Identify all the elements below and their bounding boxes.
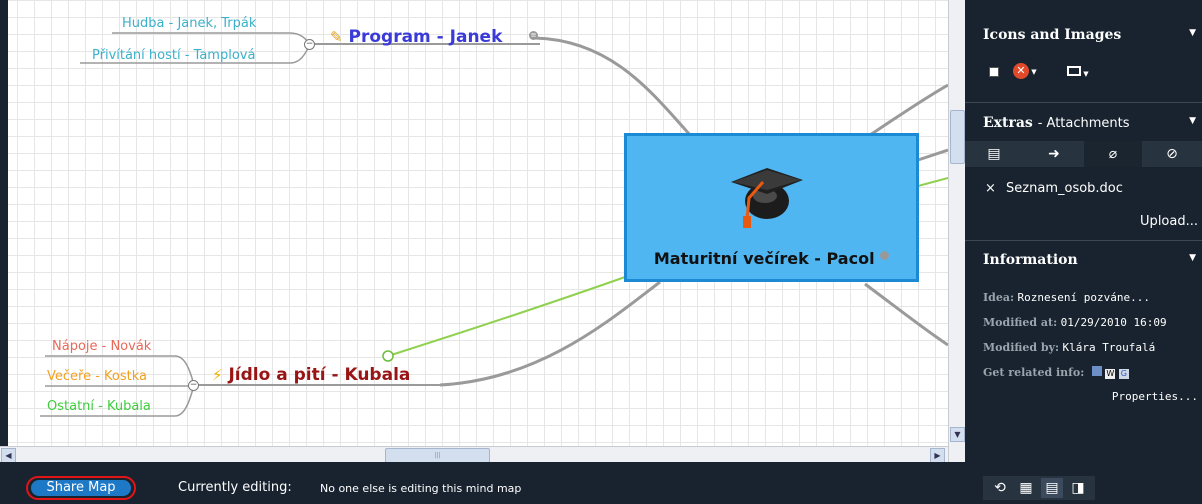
connector-hudba [112,32,311,45]
connector-right-3 [917,177,948,187]
info-modified-by-value: Klára Troufalá [1062,341,1156,354]
vertical-scroll-thumb[interactable] [950,110,965,164]
information-title: Information [983,252,1078,268]
pencil-icon: ✎ [330,28,343,46]
extras-title: Extras [983,115,1033,131]
sidebar: Icons and Images ▼ ✕ ▼ ▼ Extras - Attach… [965,0,1202,462]
share-map-label: Share Map [31,480,131,496]
scroll-left-arrow[interactable]: ◀ [1,448,16,463]
horizontal-scroll-thumb[interactable]: ||| [385,448,490,463]
extras-subtitle: - Attachments [1037,116,1130,131]
topic-food-label: Jídlo a pití - Kubala [228,365,411,385]
extras-tabs: ▤ ➜ ⌀ ⊘ [965,141,1202,167]
central-topic-title: Maturitní večírek - Pacol [627,249,916,268]
scroll-down-arrow[interactable]: ▼ [950,427,965,442]
info-related-label: Get related info: [983,366,1085,379]
scroll-right-arrow[interactable]: ▶ [930,448,945,463]
info-modified-at-value: 01/29/2010 16:09 [1060,316,1167,329]
central-topic-label: Maturitní večírek - Pacol [653,249,875,268]
icon-square-button[interactable] [989,66,999,80]
topic-hudba-label: Hudba - Janek, Trpák [122,16,257,31]
info-modified-at: Modified at: 01/29/2010 16:09 [983,316,1167,329]
editing-status: No one else is editing this mind map [320,482,522,495]
related-image-icon[interactable] [1091,366,1102,376]
collapse-program-button[interactable]: − [304,39,315,50]
chevron-down-icon[interactable]: ▼ [1189,28,1196,38]
attachment-item[interactable]: × Seznam_osob.doc [985,181,1123,196]
collapse-food-button[interactable]: − [188,380,199,391]
lightning-icon: ⚡ [212,366,223,384]
info-modified-by: Modified by: Klára Troufalá [983,341,1155,354]
connector-right-4 [864,282,948,347]
connector-right-1 [869,83,948,137]
connector-program-central [534,36,692,136]
divider [965,240,1202,241]
editing-label: Currently editing: [178,480,292,495]
upload-link[interactable]: Upload... [1140,214,1198,229]
info-related: Get related info: W G [983,366,1129,379]
remove-icon-button[interactable]: ✕ ▼ [1013,63,1037,79]
info-modified-by-label: Modified by: [983,341,1060,354]
topic-ostatni-label: Ostatní - Kubala [47,399,151,414]
information-header[interactable]: Information ▼ [965,243,1202,277]
central-note-icon[interactable] [880,251,890,260]
chevron-down-icon[interactable]: ▼ [1189,116,1196,126]
topic-napoje[interactable]: Nápoje - Novák [52,339,151,354]
chevron-down-icon[interactable]: ▼ [1189,253,1196,263]
central-topic[interactable]: Maturitní večírek - Pacol [624,133,919,282]
history-icon[interactable]: ⟲ [989,478,1011,498]
topic-vecere-label: Večeře - Kostka [47,369,148,384]
view-tools: ⟲ ▦ ▤ ◨ [983,476,1095,500]
task-tab-icon[interactable]: ⊘ [1143,141,1201,167]
topic-napoje-label: Nápoje - Novák [52,339,152,354]
topic-privitani-label: Přivítání hostí - Tamplová [92,48,256,63]
horizontal-scrollbar[interactable]: ◀ ||| ▶ [0,446,948,463]
outline-view-icon[interactable]: ▦ [1015,478,1037,498]
topic-food[interactable]: ⚡ Jídlo a pití - Kubala [212,365,410,385]
note-icon[interactable]: ≡ [529,31,538,40]
share-map-button[interactable]: Share Map [26,476,136,500]
info-modified-at-label: Modified at: [983,316,1058,329]
icons-images-header[interactable]: Icons and Images ▼ [965,18,1202,52]
bottom-bar: Share Map Currently editing: No one else… [0,462,1202,504]
mindmap-canvas[interactable]: Hudba - Janek, Trpák Přivítání hostí - T… [0,0,948,446]
topic-ostatni[interactable]: Ostatní - Kubala [47,399,151,414]
attachment-tab-icon[interactable]: ⌀ [1084,141,1142,167]
related-google-icon[interactable]: G [1118,369,1129,379]
remove-attachment-icon[interactable]: × [985,181,996,196]
extras-header[interactable]: Extras - Attachments ▼ [965,106,1202,140]
topic-program-label: Program - Janek [348,27,503,47]
connector-food-central [439,280,661,387]
graduation-cap-icon [731,168,803,228]
relationship-line [387,275,629,357]
attachment-filename[interactable]: Seznam_osob.doc [1006,181,1123,196]
properties-link[interactable]: Properties... [1112,390,1198,403]
topic-hudba[interactable]: Hudba - Janek, Trpák [122,16,256,31]
related-wiki-icon[interactable]: W [1105,369,1116,379]
vertical-scrollbar[interactable]: ▼ [948,0,965,462]
divider [965,102,1202,103]
panel-toggle-icon[interactable]: ◨ [1067,478,1089,498]
connector-right-2 [917,148,948,162]
topic-privitani[interactable]: Přivítání hostí - Tamplová [92,48,255,63]
info-idea: Idea: Roznesení pozváne... [983,291,1150,304]
notes-tab-icon[interactable]: ▤ [965,141,1023,167]
icons-images-title: Icons and Images [983,27,1122,43]
topic-vecere[interactable]: Večeře - Kostka [47,369,147,384]
grid-view-icon[interactable]: ▤ [1041,478,1063,498]
relationship-handle [382,350,394,362]
image-gallery-button[interactable]: ▼ [1067,65,1089,79]
info-idea-label: Idea: [983,291,1015,304]
link-tab-icon[interactable]: ➜ [1025,141,1083,167]
topic-program[interactable]: ✎ Program - Janek [330,27,502,47]
info-idea-value: Roznesení pozváne... [1017,291,1150,304]
